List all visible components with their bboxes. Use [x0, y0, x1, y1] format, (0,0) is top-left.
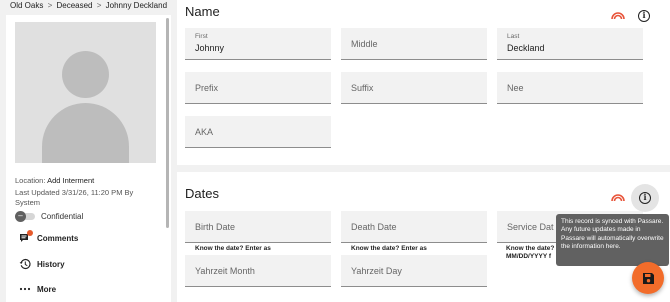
nav-more[interactable]: More — [19, 283, 56, 295]
profile-panel: Location: Add Interment Last Updated 3/3… — [6, 15, 171, 302]
location-label: Location: — [15, 176, 46, 185]
yahrzeit-day-field[interactable]: Yahrzeit Day — [341, 255, 487, 287]
death-date-field[interactable]: Death Date — [341, 211, 487, 243]
nav-history[interactable]: History — [19, 258, 65, 270]
service-date-hint: Know the date? MM/DD/YYYY f — [506, 245, 554, 261]
dates-section-title: Dates — [185, 186, 219, 201]
comment-icon — [19, 230, 33, 244]
first-name-label: First — [195, 33, 208, 40]
info-icon: i — [639, 192, 651, 204]
breadcrumb-separator: > — [47, 1, 53, 10]
birth-date-placeholder: Birth Date — [195, 222, 236, 232]
breadcrumb-item-current: Johnny Deckland — [105, 1, 168, 10]
first-name-value: Johnny — [195, 43, 225, 53]
yahrzeit-month-placeholder: Yahrzeit Month — [195, 266, 255, 276]
dates-info-button[interactable]: i — [631, 184, 659, 212]
yahrzeit-day-placeholder: Yahrzeit Day — [351, 266, 402, 276]
last-updated-text: Last Updated 3/31/26, 11:20 PM By System — [15, 188, 134, 207]
confidential-label: Confidential — [41, 211, 84, 221]
nav-more-label: More — [37, 284, 57, 294]
avatar-body-shape — [42, 103, 129, 163]
sync-tooltip: This record is synced with Passare. Any … — [556, 214, 669, 266]
passare-sync-icon — [609, 189, 627, 207]
death-date-placeholder: Death Date — [351, 222, 397, 232]
avatar-head-shape — [62, 51, 109, 98]
death-date-hint: Know the date? Enter as — [351, 245, 427, 252]
save-icon — [642, 272, 654, 284]
breadcrumb-item-deceased[interactable]: Deceased — [56, 1, 92, 10]
passare-sync-icon — [609, 7, 627, 25]
notification-badge — [27, 230, 33, 236]
location-line: Location: Add Interment — [15, 176, 94, 186]
suffix-field[interactable]: Suffix — [341, 72, 487, 104]
panel-scrollbar[interactable] — [166, 18, 169, 228]
minus-icon: – — [15, 211, 26, 222]
service-date-hint-text: Know the date? — [506, 245, 555, 252]
nav-comments-label: Comments — [37, 233, 79, 243]
service-date-placeholder: Service Dat — [507, 222, 554, 232]
breadcrumb-item-cemetery[interactable]: Old Oaks — [10, 1, 43, 10]
birth-date-hint: Know the date? Enter as — [195, 245, 271, 252]
add-interment-link[interactable]: Add Interment — [47, 176, 94, 185]
aka-field[interactable]: AKA — [185, 116, 331, 148]
avatar-placeholder[interactable] — [15, 22, 156, 163]
nee-placeholder: Nee — [507, 83, 524, 93]
save-button[interactable] — [632, 262, 664, 294]
name-section-title: Name — [185, 4, 220, 19]
nee-field[interactable]: Nee — [497, 72, 643, 104]
name-section: Name i First Johnny Middle Last Deckland… — [177, 0, 670, 165]
aka-placeholder: AKA — [195, 127, 214, 137]
prefix-field[interactable]: Prefix — [185, 72, 331, 104]
middle-name-field[interactable]: Middle — [341, 28, 487, 60]
last-name-label: Last — [507, 33, 520, 40]
last-name-value: Deckland — [507, 43, 545, 53]
nav-history-label: History — [37, 259, 65, 269]
info-icon[interactable]: i — [635, 7, 653, 25]
prefix-placeholder: Prefix — [195, 83, 219, 93]
nav-comments[interactable]: Comments — [19, 230, 79, 244]
more-horizontal-icon — [19, 283, 31, 295]
confidential-row: – Confidential — [15, 211, 84, 222]
last-name-field[interactable]: Last Deckland — [497, 28, 643, 60]
service-date-hint-format: MM/DD/YYYY f — [506, 253, 552, 260]
confidential-toggle[interactable]: – — [15, 211, 37, 222]
breadcrumb-separator: > — [96, 1, 102, 10]
suffix-placeholder: Suffix — [351, 83, 374, 93]
birth-date-field[interactable]: Birth Date — [185, 211, 331, 243]
history-icon — [19, 258, 31, 270]
yahrzeit-month-field[interactable]: Yahrzeit Month — [185, 255, 331, 287]
first-name-field[interactable]: First Johnny — [185, 28, 331, 60]
middle-name-placeholder: Middle — [351, 39, 378, 49]
